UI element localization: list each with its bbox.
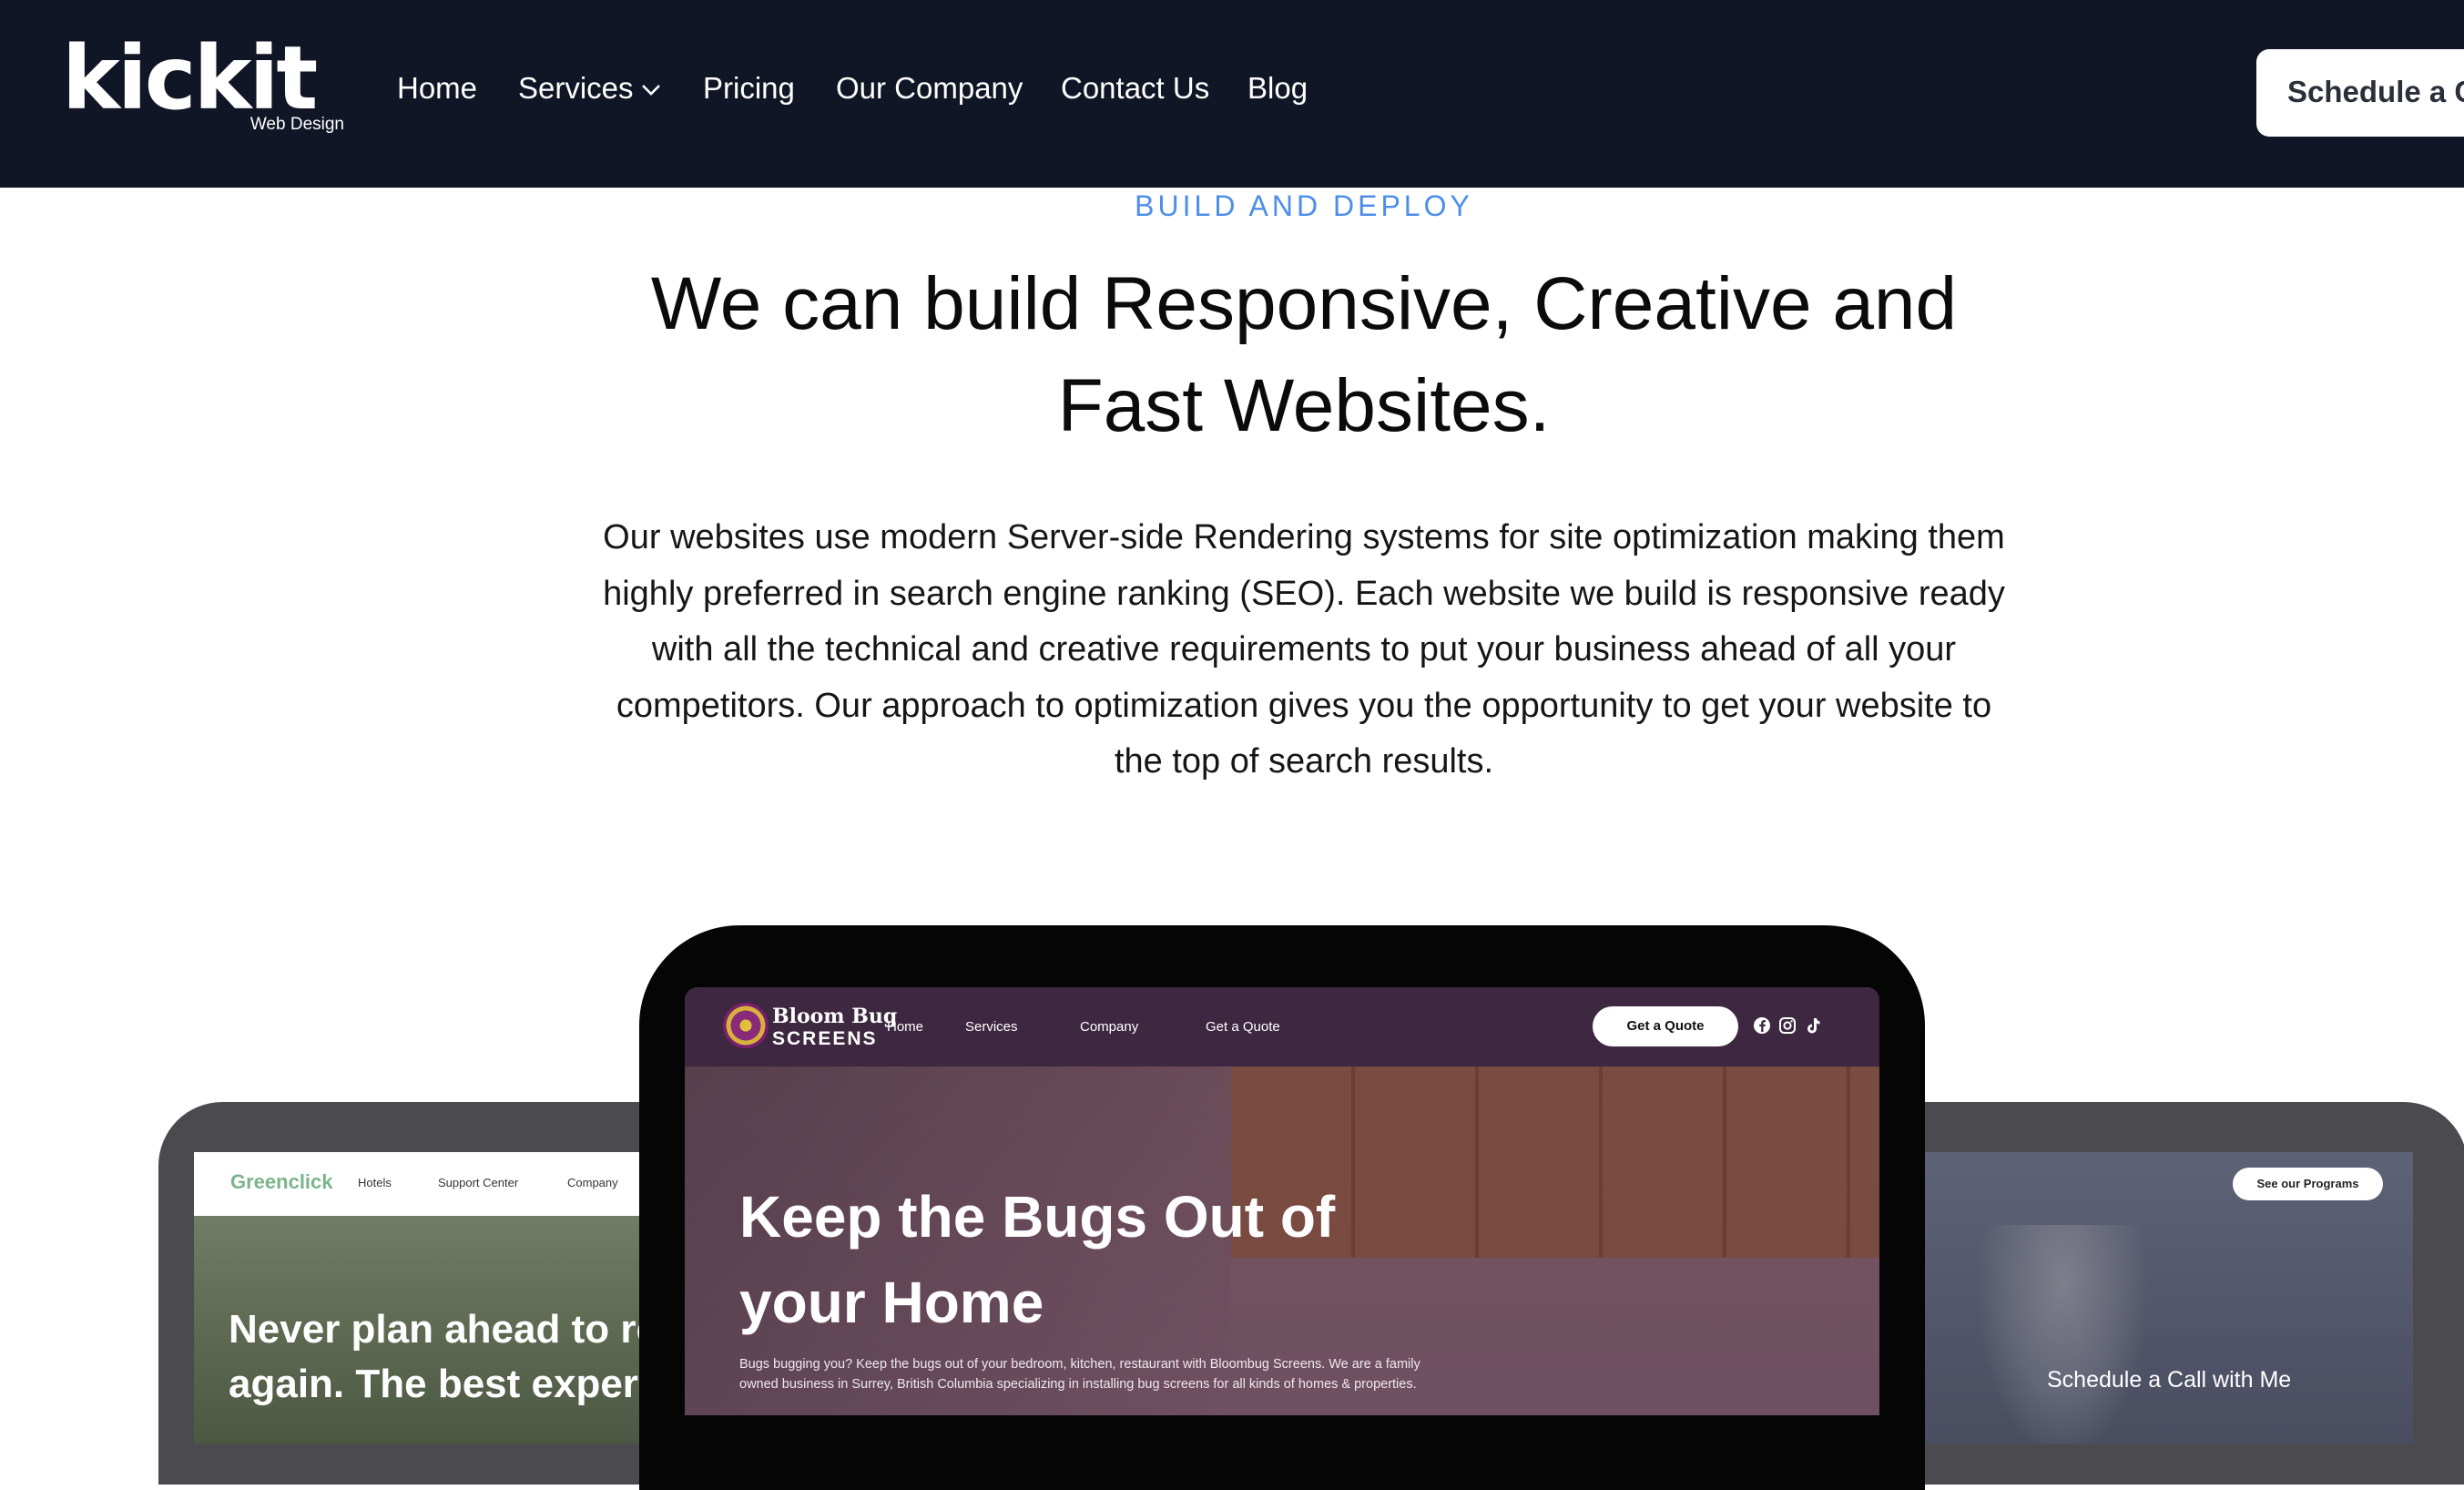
bloombug-hero-line-2: your Home bbox=[739, 1270, 1044, 1335]
bloombug-hero-title: Keep the Bugs Out of your Home bbox=[739, 1174, 1335, 1345]
schedule-call-text: Schedule a Call with Me bbox=[2047, 1367, 2292, 1393]
bloombug-hero-body: Bugs bugging you? Keep the bugs out of y… bbox=[739, 1357, 1420, 1392]
person-photo bbox=[1976, 1225, 2149, 1444]
bloombug-navbar: Bloom Bug SCREENS Home Services Company … bbox=[685, 987, 1879, 1066]
greenclick-screen: Greenclick Hotels Support Center Company… bbox=[194, 1152, 704, 1444]
greenclick-hero-line-2: again. The best experi bbox=[229, 1362, 650, 1406]
coach-site-screen: See our Programs Schedule a Call with Me bbox=[1912, 1152, 2413, 1444]
headline-line-2: Fast Websites. bbox=[1057, 364, 1551, 447]
nav-blog[interactable]: Blog bbox=[1247, 73, 1308, 103]
instagram-icon bbox=[1779, 1017, 1796, 1034]
see-programs-button: See our Programs bbox=[2233, 1168, 2383, 1200]
nav-contact-us[interactable]: Contact Us bbox=[1061, 73, 1209, 103]
nav-services[interactable]: Services bbox=[518, 73, 661, 103]
bloombug-quote-button: Get a Quote bbox=[1593, 1006, 1738, 1046]
greenclick-hero-line-1: Never plan ahead to re bbox=[229, 1307, 658, 1352]
schedule-call-button[interactable]: Schedule a C bbox=[2256, 49, 2464, 137]
bloombug-nav-services: Services bbox=[965, 1019, 1018, 1035]
section-body: Our websites use modern Server-side Rend… bbox=[603, 518, 2005, 781]
tiktok-icon bbox=[1807, 1018, 1820, 1034]
section-headline: We can build Responsive, Creative and Fa… bbox=[637, 253, 1970, 457]
site-header: kickit Web Design Home Services Pricing … bbox=[0, 0, 2464, 188]
facebook-icon bbox=[1754, 1017, 1770, 1034]
greenclick-nav-hotels: Hotels bbox=[358, 1176, 392, 1189]
headline-line-1: We can build Responsive, Creative and bbox=[650, 262, 1958, 345]
greenclick-nav-support: Support Center bbox=[438, 1176, 519, 1189]
logo-wordmark: kickit bbox=[62, 27, 318, 129]
bloombug-logo-line-1: Bloom Bug bbox=[772, 1005, 898, 1028]
section-eyebrow: BUILD AND DEPLOY bbox=[1135, 189, 1473, 222]
greenclick-nav-company: Company bbox=[567, 1176, 618, 1189]
greenclick-logo: Greenclick bbox=[230, 1170, 333, 1193]
bloombug-logo-line-2: SCREENS bbox=[772, 1028, 878, 1049]
kickit-logo[interactable]: kickit Web Design bbox=[62, 35, 344, 142]
bloombug-nav-company: Company bbox=[1080, 1019, 1139, 1035]
greenclick-navbar: Greenclick Hotels Support Center Company bbox=[194, 1152, 704, 1216]
logo-subtitle: Web Design bbox=[249, 115, 344, 134]
bloombug-nav-get-quote: Get a Quote bbox=[1206, 1019, 1280, 1035]
nav-pricing[interactable]: Pricing bbox=[703, 73, 795, 103]
bloombug-logo-mark bbox=[723, 1003, 769, 1048]
greenclick-hero: Never plan ahead to re again. The best e… bbox=[229, 1302, 658, 1412]
bloombug-screen: Bloom Bug SCREENS Home Services Company … bbox=[685, 987, 1879, 1415]
bloombug-nav-home: Home bbox=[887, 1019, 924, 1035]
bloombug-hero-line-1: Keep the Bugs Out of bbox=[739, 1184, 1336, 1250]
chevron-down-icon bbox=[641, 85, 660, 97]
nav-services-label: Services bbox=[518, 71, 634, 105]
nav-home[interactable]: Home bbox=[397, 73, 477, 103]
nav-our-company[interactable]: Our Company bbox=[836, 73, 1023, 103]
